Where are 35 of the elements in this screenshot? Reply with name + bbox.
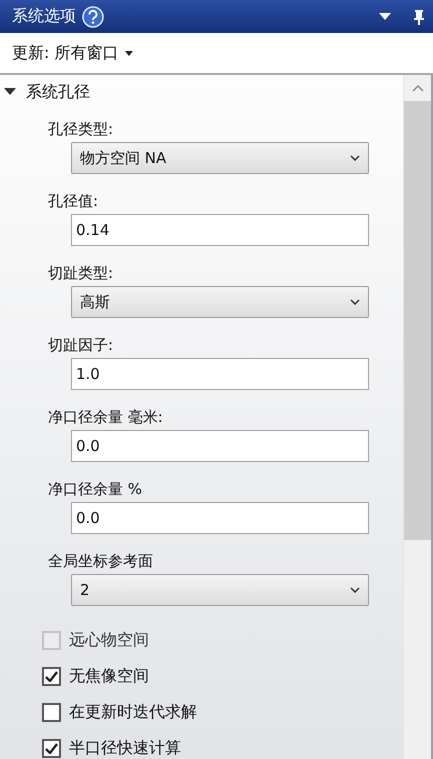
dropdown-arrow-icon[interactable]	[379, 12, 391, 20]
chevron-down-icon	[350, 587, 360, 593]
checkbox-label: 半口径快速计算	[69, 738, 181, 758]
scrollbar[interactable]	[403, 75, 431, 759]
input-field[interactable]: 0.0	[71, 430, 369, 462]
pin-icon[interactable]	[413, 8, 425, 24]
checkbox-label: 无焦像空间	[69, 666, 149, 686]
scroll-thumb[interactable]	[404, 101, 431, 540]
chevron-down-icon	[350, 155, 360, 161]
collapse-arrow-icon[interactable]	[4, 88, 16, 96]
section-title: 系统孔径	[26, 82, 90, 102]
chevron-down-icon	[350, 299, 360, 305]
checkbox[interactable]	[42, 738, 61, 758]
caret-icon	[125, 50, 134, 56]
window-title: 系统选项	[12, 6, 76, 27]
checkbox-label: 远心物空间	[69, 630, 149, 650]
input-field[interactable]: 0.0	[71, 502, 369, 534]
dropdown[interactable]: 高斯	[71, 286, 369, 318]
field-label: 切趾类型:	[48, 263, 114, 284]
scroll-up-icon[interactable]	[412, 84, 424, 92]
field-label: 孔径值:	[48, 191, 98, 212]
dropdown[interactable]: 物方空间 NA	[71, 142, 369, 174]
field-label: 切趾因子:	[48, 335, 114, 356]
update-menu[interactable]: 更新: 所有窗口	[12, 40, 134, 66]
field-label: 孔径类型:	[48, 119, 114, 140]
input-field[interactable]: 1.0	[71, 358, 369, 390]
help-icon[interactable]	[82, 6, 104, 28]
dropdown[interactable]: 2	[71, 574, 369, 606]
checkbox-label: 在更新时迭代求解	[69, 702, 197, 722]
checkbox[interactable]	[42, 666, 61, 686]
field-label: 净口径余量 毫米:	[48, 407, 163, 428]
checkbox[interactable]	[42, 702, 61, 722]
input-field[interactable]: 0.14	[71, 214, 369, 246]
field-label: 净口径余量 %	[48, 479, 142, 500]
field-label: 全局坐标参考面	[48, 551, 153, 572]
